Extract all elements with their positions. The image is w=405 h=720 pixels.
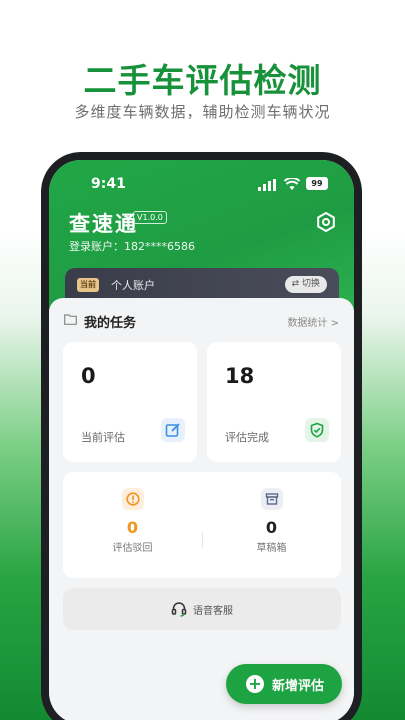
current-account-badge: 当前: [77, 278, 99, 292]
switch-account-button[interactable]: ⇄ 切换: [284, 276, 327, 293]
wifi-icon: [284, 178, 300, 190]
plus-icon: +: [246, 675, 264, 693]
promo-subtitle: 多维度车辆数据，辅助检测车辆状况: [74, 103, 331, 121]
archive-box-icon: [260, 488, 283, 510]
tasks-header: 我的任务 数据统计 >: [64, 312, 339, 331]
rejected-drafts-card: 0 评估驳回 0 草稿箱: [63, 472, 341, 578]
add-evaluation-label: 新增评估: [272, 678, 325, 694]
rejected-evaluation-count: 0: [126, 518, 139, 537]
completed-evaluation-card[interactable]: 18 评估完成: [207, 342, 341, 462]
status-bar: 9:41 99: [49, 176, 354, 196]
rejected-evaluation-label: 评估驳回: [112, 543, 153, 554]
account-name: 个人账户: [111, 279, 155, 292]
battery-icon: 99: [306, 177, 328, 190]
headset-icon: [171, 602, 187, 617]
app-brand-logo: 查速通: [69, 212, 138, 236]
drafts-item[interactable]: 0 草稿箱: [202, 472, 341, 578]
signal-icon: [258, 179, 276, 191]
completed-evaluation-count: 18: [225, 364, 255, 388]
login-account: 登录账户：182****6586: [69, 240, 195, 253]
drafts-count: 0: [265, 518, 278, 537]
version-badge: V1.0.0: [133, 211, 167, 224]
voice-service-button[interactable]: 语音客服: [63, 588, 341, 630]
data-statistics-link[interactable]: 数据统计 >: [287, 314, 339, 329]
completed-evaluation-label: 评估完成: [225, 431, 269, 444]
warning-icon: [121, 488, 144, 510]
current-evaluation-count: 0: [81, 364, 96, 388]
voice-service-label: 语音客服: [193, 605, 233, 617]
add-evaluation-button[interactable]: + 新增评估: [226, 664, 342, 704]
main-content: 我的任务 数据统计 > 0 当前评估 18 评估完成 0 评估驳回 0 草稿箱 …: [49, 298, 354, 720]
app-screen: 9:41 99 查速通 V1.0.0 登录账户：182****6586 当前 个…: [49, 160, 354, 720]
rejected-evaluation-item[interactable]: 0 评估驳回: [63, 472, 202, 578]
folder-icon: [64, 314, 77, 325]
drafts-label: 草稿箱: [256, 543, 287, 554]
tasks-title: 我的任务: [84, 316, 137, 331]
current-evaluation-card[interactable]: 0 当前评估: [63, 342, 197, 462]
settings-icon[interactable]: [316, 212, 336, 232]
edit-icon: [161, 418, 185, 442]
current-evaluation-label: 当前评估: [81, 431, 125, 444]
promo-title: 二手车评估检测: [83, 61, 322, 100]
phone-frame: 9:41 99 查速通 V1.0.0 登录账户：182****6586 当前 个…: [41, 152, 362, 720]
shield-check-icon: [305, 418, 329, 442]
status-time: 9:41: [91, 176, 126, 192]
